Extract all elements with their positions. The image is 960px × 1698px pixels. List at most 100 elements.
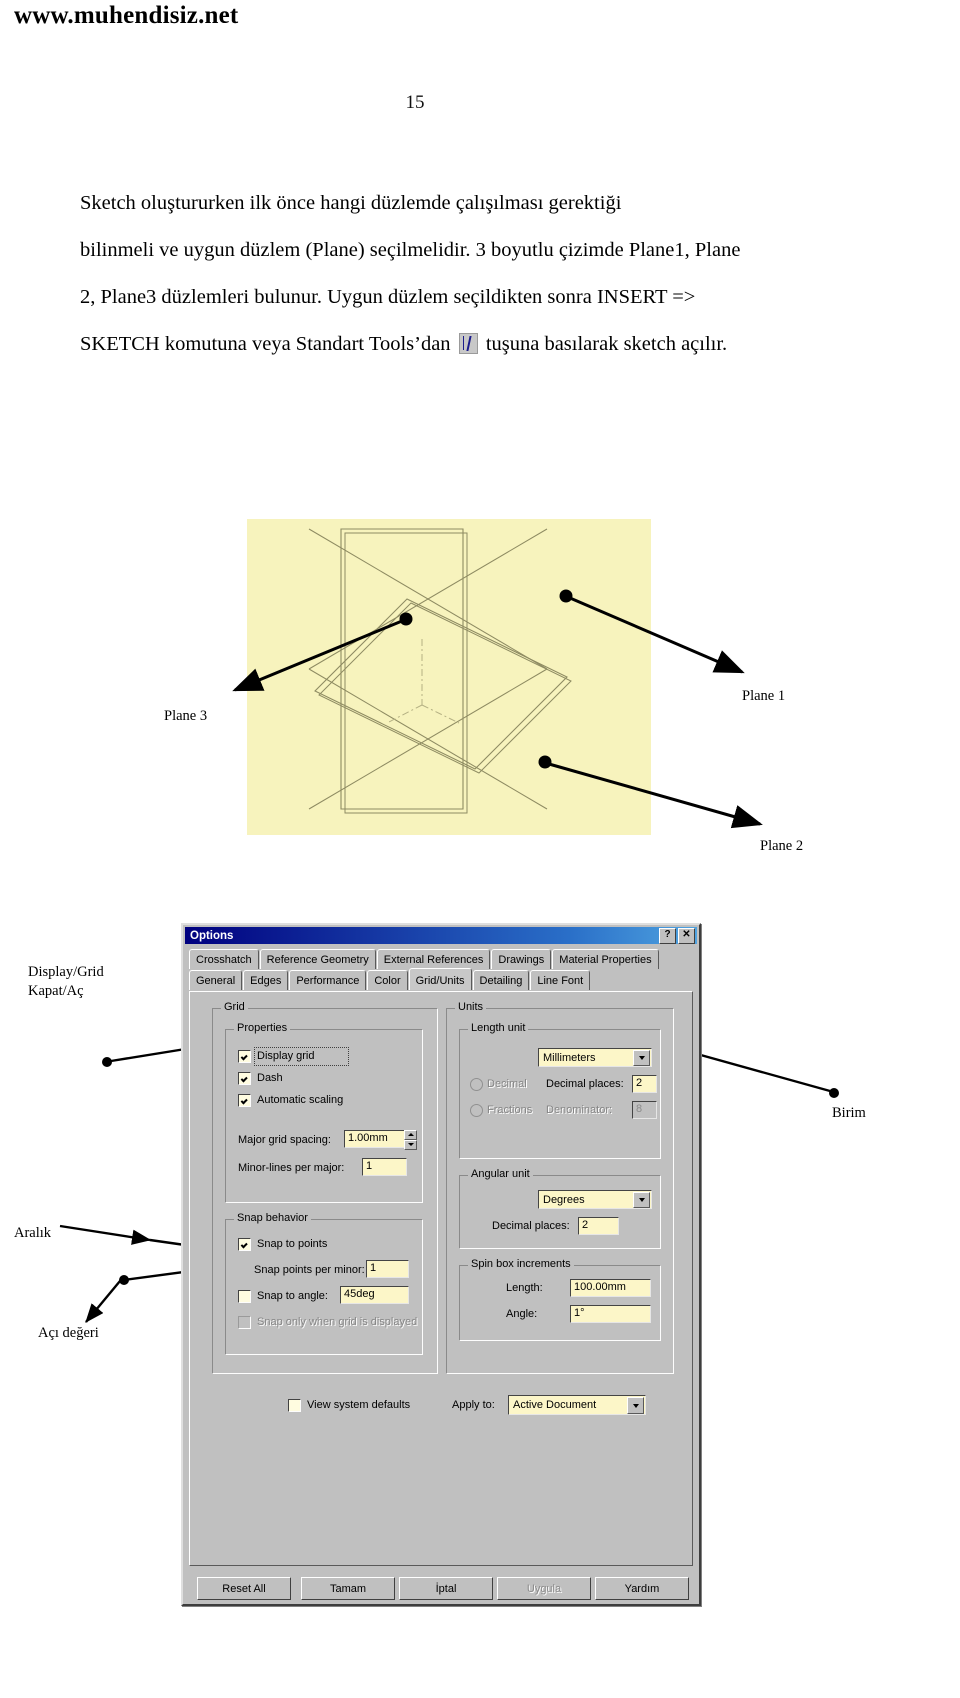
snap-to-angle-input[interactable]: 45deg <box>340 1286 409 1304</box>
angular-unit-title: Angular unit <box>468 1168 533 1180</box>
view-system-defaults-checkbox[interactable] <box>288 1399 301 1412</box>
close-icon[interactable]: ✕ <box>678 927 695 944</box>
sketch-tool-icon <box>458 333 478 354</box>
spin-angle-input[interactable]: 1° <box>570 1305 651 1323</box>
ok-button[interactable]: Tamam <box>301 1577 395 1600</box>
tab-reference-geometry[interactable]: Reference Geometry <box>259 949 376 969</box>
view-system-defaults-label: View system defaults <box>307 1399 411 1411</box>
dialog-titlebar[interactable]: Options ? ✕ <box>185 927 697 944</box>
annotation-dot-birim <box>829 1088 839 1098</box>
display-grid-label: Display grid <box>257 1050 315 1062</box>
dash-checkbox[interactable] <box>238 1072 251 1085</box>
fractions-radio-label: Fractions <box>487 1104 533 1116</box>
annotation-aralik: Aralık <box>14 1225 52 1241</box>
help-icon[interactable]: ? <box>659 927 676 944</box>
body-line-4: SKETCH komutuna veya Standart Tools’dan … <box>80 321 912 368</box>
grid-properties-group: Properties Display grid Dash Automatic s… <box>225 1022 423 1203</box>
decimal-radio-label: Decimal <box>487 1078 527 1090</box>
tab-line-font[interactable]: Line Font <box>530 970 591 990</box>
fractions-radio <box>470 1104 483 1117</box>
snap-behavior-title: Snap behavior <box>234 1212 311 1224</box>
help-button[interactable]: Yardım <box>595 1577 689 1600</box>
tab-material-properties[interactable]: Material Properties <box>552 949 659 969</box>
snap-behavior-group: Snap behavior Snap to points Snap points… <box>225 1212 423 1355</box>
chevron-down-icon[interactable] <box>627 1397 644 1414</box>
length-unit-value: Millimeters <box>543 1051 596 1064</box>
denominator-label: Denominator: <box>546 1104 613 1116</box>
length-unit-title: Length unit <box>468 1022 529 1034</box>
site-url-header: www.muhendisiz.net <box>14 2 239 29</box>
tab-strip[interactable]: Crosshatch Reference Geometry External R… <box>189 949 693 991</box>
spin-box-increments-title: Spin box increments <box>468 1258 574 1270</box>
tab-general[interactable]: General <box>189 970 243 990</box>
tab-color[interactable]: Color <box>367 970 408 990</box>
tab-performance[interactable]: Performance <box>289 970 367 990</box>
chevron-down-icon[interactable] <box>633 1050 650 1066</box>
angular-decimal-places-label: Decimal places: <box>492 1220 570 1232</box>
planes-illustration <box>247 519 651 835</box>
length-unit-combo[interactable]: Millimeters <box>538 1048 652 1067</box>
tab-external-references[interactable]: External References <box>376 949 491 969</box>
tab-row-1[interactable]: Crosshatch Reference Geometry External R… <box>189 949 693 969</box>
annotation-display-grid: Display/Grid Kapat/Aç <box>28 963 148 1001</box>
length-unit-group: Length unit Millimeters Decimal Decimal … <box>459 1022 661 1159</box>
apply-to-label: Apply to: <box>452 1399 495 1411</box>
angular-unit-value: Degrees <box>543 1193 585 1206</box>
automatic-scaling-label: Automatic scaling <box>257 1094 344 1106</box>
annotation-birim: Birim <box>832 1105 866 1121</box>
snap-to-points-label: Snap to points <box>257 1238 328 1250</box>
major-grid-spacing-input[interactable]: 1.00mm <box>344 1130 407 1148</box>
tab-grid-units[interactable]: Grid/Units <box>408 968 472 990</box>
annotation-display-grid-line1: Display/Grid <box>28 964 104 980</box>
body-line-3: 2, Plane3 düzlemleri bulunur. Uygun düzl… <box>80 286 696 308</box>
units-group: Units Length unit Millimeters Decimal De… <box>446 1001 674 1374</box>
body-line-4-part-b: tuşuna basılarak sketch açılır. <box>485 333 728 355</box>
automatic-scaling-checkbox[interactable] <box>238 1094 251 1107</box>
minor-lines-per-major-input[interactable]: 1 <box>362 1158 407 1176</box>
reset-all-button[interactable]: Reset All <box>197 1577 291 1600</box>
apply-to-combo[interactable]: Active Document <box>508 1395 646 1415</box>
annotation-dot-aci <box>119 1275 129 1285</box>
snap-points-per-minor-input[interactable]: 1 <box>366 1260 409 1278</box>
chevron-down-icon[interactable] <box>633 1192 650 1208</box>
tab-detailing[interactable]: Detailing <box>472 970 530 990</box>
figure-label-plane-2: Plane 2 <box>760 838 804 854</box>
display-grid-checkbox[interactable] <box>238 1050 251 1063</box>
grid-group: Grid Properties Display grid Dash Automa… <box>212 1001 438 1374</box>
snap-only-when-grid-checkbox <box>238 1316 251 1329</box>
tab-row-2[interactable]: General Edges Performance Color Grid/Uni… <box>189 968 693 990</box>
spin-angle-label: Angle: <box>506 1308 538 1320</box>
major-grid-spacing-stepper[interactable] <box>404 1130 417 1150</box>
spin-length-input[interactable]: 100.00mm <box>570 1279 651 1297</box>
dialog-button-row[interactable]: Reset All Tamam İptal Uygula Yardım <box>191 1577 691 1600</box>
tab-crosshatch[interactable]: Crosshatch <box>189 949 259 969</box>
cancel-button[interactable]: İptal <box>399 1577 493 1600</box>
spin-length-label: Length: <box>506 1282 543 1294</box>
snap-points-per-minor-label: Snap points per minor: <box>254 1264 365 1276</box>
grid-properties-title: Properties <box>234 1022 291 1034</box>
snap-only-when-grid-label: Snap only when grid is displayed <box>257 1316 418 1328</box>
grid-group-title: Grid <box>221 1001 248 1013</box>
apply-button: Uygula <box>497 1577 591 1600</box>
body-line-1: Sketch oluştururken ilk önce hangi düzle… <box>80 192 622 214</box>
page-number: 15 <box>405 92 425 113</box>
angular-unit-combo[interactable]: Degrees <box>538 1190 652 1209</box>
options-dialog[interactable]: Options ? ✕ Crosshatch Reference Geometr… <box>181 923 701 1606</box>
snap-to-angle-checkbox[interactable] <box>238 1290 251 1303</box>
angular-decimal-places-input[interactable]: 2 <box>578 1217 619 1235</box>
snap-to-angle-label: Snap to angle: <box>257 1290 328 1302</box>
snap-to-points-checkbox[interactable] <box>238 1238 251 1251</box>
tab-drawings[interactable]: Drawings <box>491 949 552 969</box>
minor-lines-per-major-label: Minor-lines per major: <box>238 1162 345 1174</box>
tab-edges[interactable]: Edges <box>243 970 289 990</box>
body-line-4-part-a: SKETCH komutuna veya Standart Tools’dan <box>80 333 451 355</box>
decimal-places-input[interactable]: 2 <box>632 1075 657 1093</box>
body-line-2: bilinmeli ve uygun düzlem (Plane) seçilm… <box>80 239 741 261</box>
dialog-panel: Grid Properties Display grid Dash Automa… <box>189 991 693 1566</box>
dash-label: Dash <box>257 1072 283 1084</box>
dialog-title: Options <box>190 929 234 942</box>
decimal-radio <box>470 1078 483 1091</box>
annotation-display-grid-line2: Kapat/Aç <box>28 983 84 999</box>
body-paragraph: Sketch oluştururken ilk önce hangi düzle… <box>80 180 912 368</box>
decimal-places-label: Decimal places: <box>546 1078 624 1090</box>
